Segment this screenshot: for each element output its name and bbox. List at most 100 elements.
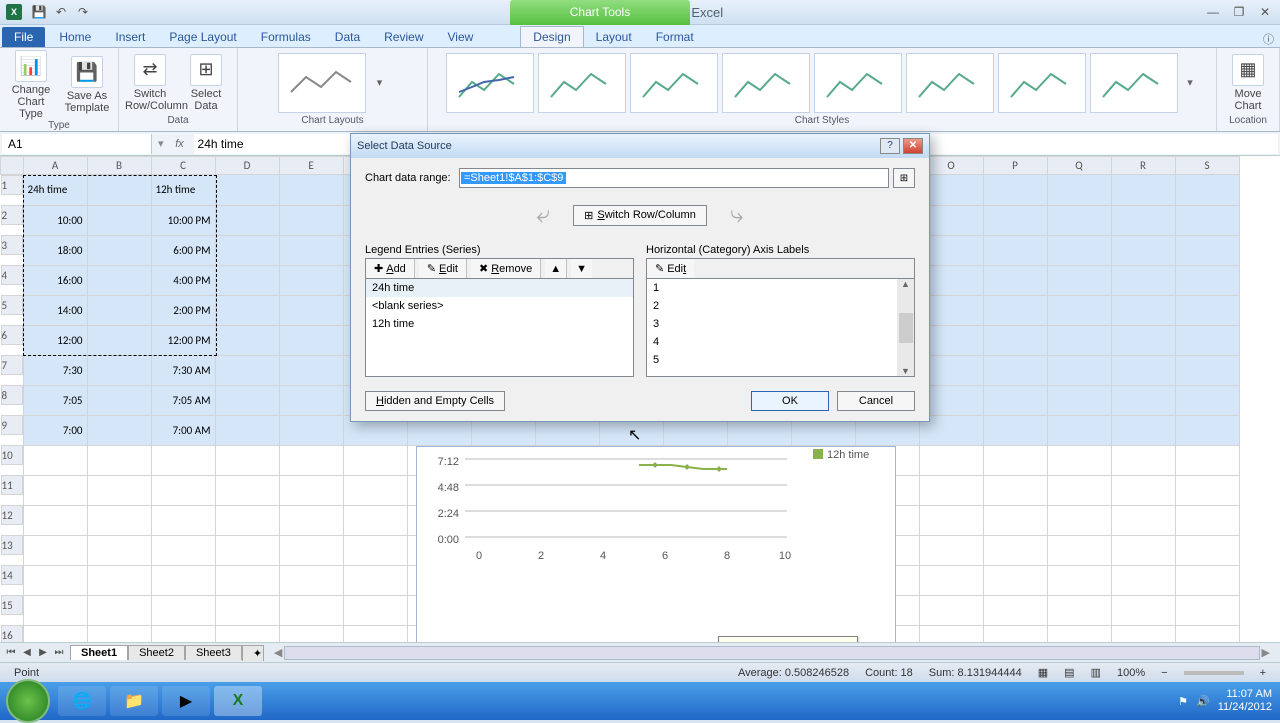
cell[interactable] bbox=[87, 265, 151, 295]
cell[interactable] bbox=[151, 475, 215, 505]
zoom-in-icon[interactable]: + bbox=[1260, 667, 1266, 679]
chart-layout-thumb[interactable] bbox=[278, 53, 366, 113]
cell[interactable] bbox=[87, 505, 151, 535]
chart-style-7[interactable] bbox=[998, 53, 1086, 113]
col-header[interactable]: A bbox=[23, 157, 87, 175]
tray-flag-icon[interactable]: ⚑ bbox=[1178, 695, 1188, 708]
qat-save-icon[interactable]: 💾 bbox=[30, 3, 48, 21]
cell[interactable] bbox=[1175, 595, 1239, 625]
cell[interactable]: 7:00 AM bbox=[151, 415, 215, 445]
cell[interactable] bbox=[1175, 445, 1239, 475]
cell[interactable] bbox=[983, 205, 1047, 235]
cell[interactable] bbox=[279, 355, 343, 385]
cell[interactable] bbox=[1175, 385, 1239, 415]
cell[interactable] bbox=[343, 625, 407, 642]
cell[interactable] bbox=[23, 475, 87, 505]
cell[interactable] bbox=[1111, 235, 1175, 265]
cell[interactable]: 10:00 bbox=[23, 205, 87, 235]
row-header[interactable]: 9 bbox=[1, 415, 23, 435]
chart-style-4[interactable] bbox=[722, 53, 810, 113]
cell[interactable]: 18:00 bbox=[23, 235, 87, 265]
cell[interactable] bbox=[151, 595, 215, 625]
cell[interactable] bbox=[279, 535, 343, 565]
cell[interactable] bbox=[23, 595, 87, 625]
cell[interactable] bbox=[983, 595, 1047, 625]
cell[interactable] bbox=[279, 445, 343, 475]
cell[interactable] bbox=[1111, 625, 1175, 642]
horizontal-scrollbar[interactable]: ◀▶ bbox=[274, 645, 1270, 661]
cell[interactable] bbox=[983, 385, 1047, 415]
cell[interactable] bbox=[215, 595, 279, 625]
row-header[interactable]: 4 bbox=[1, 265, 23, 285]
move-chart-button[interactable]: ▦Move Chart bbox=[1223, 54, 1273, 112]
view-break-icon[interactable]: ▥ bbox=[1091, 666, 1101, 679]
zoom-slider[interactable] bbox=[1184, 671, 1244, 675]
tab-page-layout[interactable]: Page Layout bbox=[157, 27, 248, 47]
cell[interactable] bbox=[87, 595, 151, 625]
cell[interactable] bbox=[343, 445, 407, 475]
cell[interactable] bbox=[1047, 205, 1111, 235]
cell[interactable] bbox=[983, 295, 1047, 325]
qat-undo-icon[interactable]: ↶ bbox=[52, 3, 70, 21]
tab-home[interactable]: Home bbox=[47, 27, 103, 47]
cell[interactable] bbox=[1175, 565, 1239, 595]
chart-style-3[interactable] bbox=[630, 53, 718, 113]
cell[interactable] bbox=[23, 565, 87, 595]
cell[interactable] bbox=[279, 475, 343, 505]
taskbar-excel-icon[interactable]: X bbox=[214, 686, 262, 716]
cell[interactable] bbox=[23, 445, 87, 475]
row-header[interactable]: 3 bbox=[1, 235, 23, 255]
cell[interactable] bbox=[151, 565, 215, 595]
cell[interactable] bbox=[1111, 385, 1175, 415]
fx-icon[interactable]: fx bbox=[168, 138, 192, 150]
cell[interactable] bbox=[1175, 415, 1239, 445]
cell[interactable] bbox=[279, 295, 343, 325]
col-header[interactable]: S bbox=[1175, 157, 1239, 175]
cell[interactable]: 7:05 bbox=[23, 385, 87, 415]
cell[interactable] bbox=[87, 295, 151, 325]
tab-insert[interactable]: Insert bbox=[103, 27, 157, 47]
cell[interactable] bbox=[1111, 535, 1175, 565]
cell[interactable] bbox=[87, 205, 151, 235]
cell[interactable]: 7:30 AM bbox=[151, 355, 215, 385]
cell[interactable] bbox=[1047, 505, 1111, 535]
cell[interactable] bbox=[279, 505, 343, 535]
tab-formulas[interactable]: Formulas bbox=[249, 27, 323, 47]
row-header[interactable]: 1 bbox=[1, 175, 23, 195]
sheet-tab-2[interactable]: Sheet2 bbox=[128, 645, 185, 660]
col-header[interactable]: R bbox=[1111, 157, 1175, 175]
series-listbox[interactable]: 24h time <blank series> 12h time bbox=[365, 279, 634, 377]
cell[interactable] bbox=[215, 175, 279, 206]
col-header[interactable]: P bbox=[983, 157, 1047, 175]
cell[interactable] bbox=[87, 445, 151, 475]
cell[interactable] bbox=[215, 325, 279, 355]
axis-item[interactable]: 4 bbox=[647, 333, 914, 351]
axis-scrollbar[interactable]: ▲▼ bbox=[897, 279, 914, 376]
cell[interactable] bbox=[1047, 415, 1111, 445]
cell[interactable] bbox=[1175, 475, 1239, 505]
cell[interactable] bbox=[279, 595, 343, 625]
cell[interactable] bbox=[1047, 355, 1111, 385]
cell[interactable] bbox=[343, 505, 407, 535]
ok-button[interactable]: OK bbox=[751, 391, 829, 411]
series-item[interactable]: 12h time bbox=[366, 315, 633, 333]
cell[interactable] bbox=[1047, 535, 1111, 565]
cell[interactable] bbox=[343, 475, 407, 505]
cell[interactable] bbox=[1047, 295, 1111, 325]
cell[interactable] bbox=[215, 445, 279, 475]
styles-expand-icon[interactable]: ▾ bbox=[1182, 76, 1198, 89]
cell[interactable] bbox=[919, 565, 983, 595]
col-header[interactable]: B bbox=[87, 157, 151, 175]
cell[interactable] bbox=[983, 505, 1047, 535]
add-series-button[interactable]: ✚ Add bbox=[366, 259, 415, 278]
cell[interactable] bbox=[919, 595, 983, 625]
cell[interactable] bbox=[1175, 325, 1239, 355]
tab-data[interactable]: Data bbox=[323, 27, 372, 47]
start-button[interactable] bbox=[6, 679, 50, 723]
view-page-icon[interactable]: ▤ bbox=[1064, 666, 1074, 679]
cell[interactable] bbox=[1111, 295, 1175, 325]
edit-axis-button[interactable]: ✎ Edit bbox=[647, 259, 694, 278]
cell[interactable] bbox=[23, 535, 87, 565]
cell[interactable]: 6:00 PM bbox=[151, 235, 215, 265]
cell[interactable] bbox=[215, 235, 279, 265]
